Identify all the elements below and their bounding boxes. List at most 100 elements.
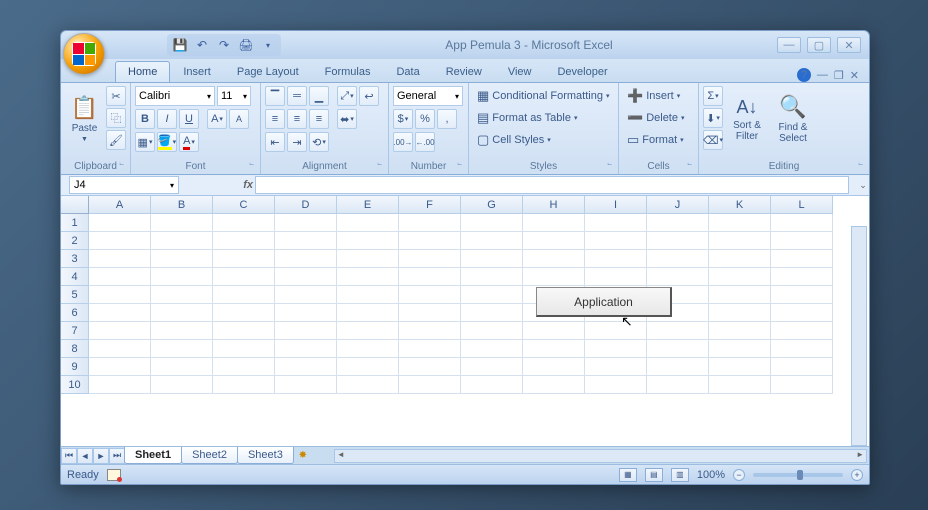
- cell[interactable]: [213, 286, 275, 304]
- tab-page-layout[interactable]: Page Layout: [224, 61, 312, 82]
- column-header[interactable]: J: [647, 196, 709, 214]
- cell[interactable]: [709, 214, 771, 232]
- cell[interactable]: [275, 358, 337, 376]
- cell[interactable]: [213, 214, 275, 232]
- cell[interactable]: [399, 322, 461, 340]
- cell[interactable]: [461, 322, 523, 340]
- cell[interactable]: [337, 232, 399, 250]
- cell[interactable]: [523, 232, 585, 250]
- cell[interactable]: [771, 376, 833, 394]
- row-header[interactable]: 8: [61, 340, 89, 358]
- cell[interactable]: [399, 250, 461, 268]
- cell[interactable]: [89, 250, 151, 268]
- zoom-slider[interactable]: [753, 473, 843, 477]
- delete-cells-button[interactable]: ➖Delete▾: [623, 108, 689, 128]
- align-right-button[interactable]: ≡: [309, 109, 329, 129]
- comma-button[interactable]: ,: [437, 109, 457, 129]
- bold-button[interactable]: B: [135, 109, 155, 129]
- cell[interactable]: [213, 358, 275, 376]
- cell[interactable]: [771, 304, 833, 322]
- formula-bar[interactable]: [255, 176, 849, 194]
- cell[interactable]: [523, 376, 585, 394]
- cell[interactable]: [213, 340, 275, 358]
- cell[interactable]: [523, 340, 585, 358]
- cut-button[interactable]: ✂: [106, 86, 126, 106]
- fx-icon[interactable]: fx: [243, 179, 253, 191]
- cell[interactable]: [399, 232, 461, 250]
- cell[interactable]: [399, 286, 461, 304]
- orientation-button[interactable]: ⤢: [337, 86, 357, 106]
- row-header[interactable]: 9: [61, 358, 89, 376]
- orientation2-button[interactable]: ⟲: [309, 132, 329, 152]
- cell[interactable]: [337, 304, 399, 322]
- align-middle-button[interactable]: ═: [287, 86, 307, 106]
- fill-color-button[interactable]: 🪣: [157, 132, 177, 152]
- expand-formula-bar-icon[interactable]: ⌄: [857, 180, 869, 191]
- cell[interactable]: [771, 250, 833, 268]
- horizontal-scrollbar[interactable]: [334, 449, 867, 463]
- maximize-button[interactable]: ▢: [807, 37, 831, 53]
- cell[interactable]: [709, 358, 771, 376]
- sheet-tab-1[interactable]: Sheet1: [124, 447, 182, 464]
- cell[interactable]: [151, 214, 213, 232]
- row-header[interactable]: 10: [61, 376, 89, 394]
- cell[interactable]: [585, 250, 647, 268]
- row-header[interactable]: 6: [61, 304, 89, 322]
- last-sheet-button[interactable]: ⏭: [109, 448, 125, 464]
- cell[interactable]: [337, 214, 399, 232]
- increase-indent-button[interactable]: ⇥: [287, 132, 307, 152]
- paste-button[interactable]: 📋Paste▼: [65, 86, 104, 152]
- cell[interactable]: [337, 322, 399, 340]
- new-sheet-button[interactable]: ✸: [294, 450, 312, 461]
- conditional-formatting-button[interactable]: ▦Conditional Formatting▾: [473, 86, 613, 106]
- cell[interactable]: [709, 268, 771, 286]
- cell[interactable]: [709, 322, 771, 340]
- cell[interactable]: [337, 376, 399, 394]
- borders-button[interactable]: ▦: [135, 132, 155, 152]
- mdi-minimize-icon[interactable]: —: [817, 69, 828, 81]
- column-header[interactable]: C: [213, 196, 275, 214]
- column-header[interactable]: F: [399, 196, 461, 214]
- page-layout-view-button[interactable]: ▤: [645, 468, 663, 482]
- cell[interactable]: [523, 322, 585, 340]
- cell[interactable]: [275, 250, 337, 268]
- page-break-view-button[interactable]: ▥: [671, 468, 689, 482]
- shrink-font-button[interactable]: A: [229, 109, 249, 129]
- accounting-button[interactable]: $: [393, 109, 413, 129]
- cell[interactable]: [213, 250, 275, 268]
- clear-button[interactable]: ⌫: [703, 130, 723, 150]
- cell[interactable]: [275, 286, 337, 304]
- cell[interactable]: [213, 322, 275, 340]
- cell[interactable]: [709, 340, 771, 358]
- cell[interactable]: [399, 304, 461, 322]
- cell[interactable]: [771, 286, 833, 304]
- italic-button[interactable]: I: [157, 109, 177, 129]
- cell[interactable]: [275, 214, 337, 232]
- help-icon[interactable]: ?: [797, 68, 811, 82]
- cell[interactable]: [213, 232, 275, 250]
- cell[interactable]: [151, 340, 213, 358]
- tab-home[interactable]: Home: [115, 61, 170, 82]
- cell[interactable]: [275, 340, 337, 358]
- tab-formulas[interactable]: Formulas: [312, 61, 384, 82]
- cell[interactable]: [523, 250, 585, 268]
- mdi-restore-icon[interactable]: ❐: [834, 69, 844, 82]
- cell[interactable]: [151, 232, 213, 250]
- cell[interactable]: [89, 268, 151, 286]
- underline-button[interactable]: U: [179, 109, 199, 129]
- row-header[interactable]: 1: [61, 214, 89, 232]
- cell[interactable]: [461, 232, 523, 250]
- column-header[interactable]: G: [461, 196, 523, 214]
- quickprint-icon[interactable]: 🖨: [239, 38, 253, 52]
- cell[interactable]: [337, 286, 399, 304]
- vertical-scrollbar[interactable]: [851, 226, 867, 446]
- fill-button[interactable]: ⬇: [703, 108, 723, 128]
- macro-record-icon[interactable]: [107, 469, 121, 481]
- cell[interactable]: [461, 250, 523, 268]
- cell[interactable]: [709, 376, 771, 394]
- zoom-in-button[interactable]: +: [851, 469, 863, 481]
- cell[interactable]: [647, 358, 709, 376]
- mdi-close-icon[interactable]: ✕: [850, 69, 859, 82]
- cell[interactable]: [647, 340, 709, 358]
- cell[interactable]: [399, 376, 461, 394]
